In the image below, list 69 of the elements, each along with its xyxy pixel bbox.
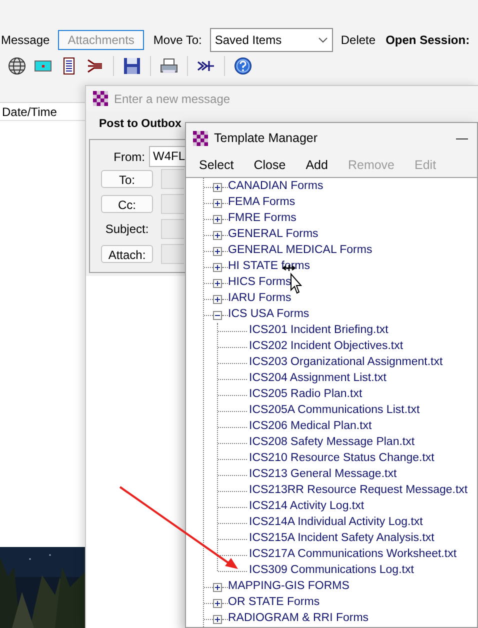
tree-item[interactable]: ICS USA Forms <box>228 306 310 324</box>
window-title: Enter a new message <box>114 90 230 108</box>
menu-item[interactable]: Delete <box>340 31 376 49</box>
tree-item[interactable]: IARU Forms <box>228 290 292 308</box>
tree-item[interactable]: OR STATE Forms <box>228 594 320 612</box>
expand-icon[interactable] <box>213 294 222 304</box>
tree-item[interactable]: MAPPING-GIS FORMS <box>228 578 350 596</box>
tree-item[interactable]: ICS202 Incident Objectives.txt <box>249 338 404 356</box>
toolbar-item[interactable]: Post to Outbox <box>99 116 182 134</box>
field-button[interactable]: Cc: <box>101 195 153 213</box>
tree-item[interactable]: ICS204 Assignment List.txt <box>249 370 386 388</box>
from-field[interactable]: W4FL <box>149 146 186 167</box>
tree-item[interactable]: ICS213RR Resource Request Message.txt <box>249 482 468 500</box>
tree-item[interactable]: ICS201 Incident Briefing.txt <box>249 322 388 340</box>
tree-item[interactable]: ICS206 Medical Plan.txt <box>249 418 372 436</box>
expand-icon[interactable] <box>213 582 222 592</box>
tree-item[interactable]: RADIOGRAM & RRI Forms <box>228 610 369 627</box>
expand-icon[interactable] <box>213 246 222 256</box>
tree-item[interactable]: GENERAL Forms <box>228 226 318 244</box>
field-button[interactable]: Attach: <box>101 245 153 263</box>
tree-item[interactable]: HICS Forms <box>228 274 292 292</box>
collapse-icon[interactable] <box>213 310 222 320</box>
expand-icon[interactable] <box>213 598 222 608</box>
menu-item[interactable]: Move To: <box>153 31 202 49</box>
printer-icon[interactable] <box>160 57 178 75</box>
window-title: Template Manager <box>214 130 319 147</box>
expand-icon[interactable] <box>213 182 222 192</box>
tree-item[interactable]: ICS213 General Message.txt <box>249 466 397 484</box>
tree-item[interactable]: ICS309 Communications Log.txt <box>249 562 414 580</box>
tree-item[interactable]: ICS203 Organizational Assignment.txt <box>249 354 443 372</box>
expand-icon[interactable] <box>213 198 222 208</box>
folder-dropdown[interactable]: Saved Items <box>210 28 333 52</box>
field-button[interactable]: To: <box>101 170 153 188</box>
tree-item[interactable]: CANADIAN Forms <box>228 178 324 196</box>
input-field[interactable] <box>161 194 184 214</box>
crossed-lines-icon[interactable] <box>86 57 104 75</box>
caret-icon <box>318 37 328 43</box>
input-field[interactable] <box>161 219 184 239</box>
minimize-button[interactable]: — <box>447 129 477 147</box>
column-header[interactable]: Date/Time <box>2 102 57 120</box>
tree-item[interactable]: ICS214A Individual Activity Log.txt <box>249 514 423 532</box>
expand-icon[interactable] <box>213 278 222 288</box>
session-label: Open Session: <box>386 32 470 49</box>
tree-item[interactable]: FMRE Forms <box>228 210 296 228</box>
menu-item[interactable]: Add <box>306 156 328 174</box>
tree-item[interactable]: ICS210 Resource Status Change.txt <box>249 450 434 468</box>
field-label: From: <box>112 148 146 166</box>
menu-item[interactable]: Close <box>254 156 286 174</box>
tree-item[interactable]: FEMA Forms <box>228 194 296 212</box>
app-icon <box>193 130 208 146</box>
tree-item[interactable]: ICS217A Communications Worksheet.txt <box>249 546 457 564</box>
tree-item[interactable]: GENERAL MEDICAL Forms <box>228 242 372 260</box>
expand-icon[interactable] <box>213 614 222 624</box>
app-icon <box>93 91 108 106</box>
tree-item[interactable]: ICS214 Activity Log.txt <box>249 498 364 516</box>
tree-item[interactable]: ICS208 Safety Message Plan.txt <box>249 434 415 452</box>
input-field[interactable] <box>161 169 184 189</box>
expand-icon[interactable] <box>213 214 222 224</box>
tree-item[interactable]: ICS205 Radio Plan.txt <box>249 386 362 404</box>
tree-item[interactable]: ICS205A Communications List.txt <box>249 402 420 420</box>
globe-icon[interactable] <box>8 57 26 75</box>
input-field[interactable] <box>161 244 184 264</box>
expand-icon[interactable] <box>213 230 222 240</box>
tree-item[interactable]: ICS215A Incident Safety Analysis.txt <box>249 530 434 548</box>
menu-item[interactable]: Select <box>199 156 234 174</box>
field-label: Subject: <box>104 221 150 238</box>
expand-icon[interactable] <box>213 262 222 272</box>
help-icon[interactable] <box>234 57 252 75</box>
menu-item[interactable]: Message <box>1 31 50 49</box>
